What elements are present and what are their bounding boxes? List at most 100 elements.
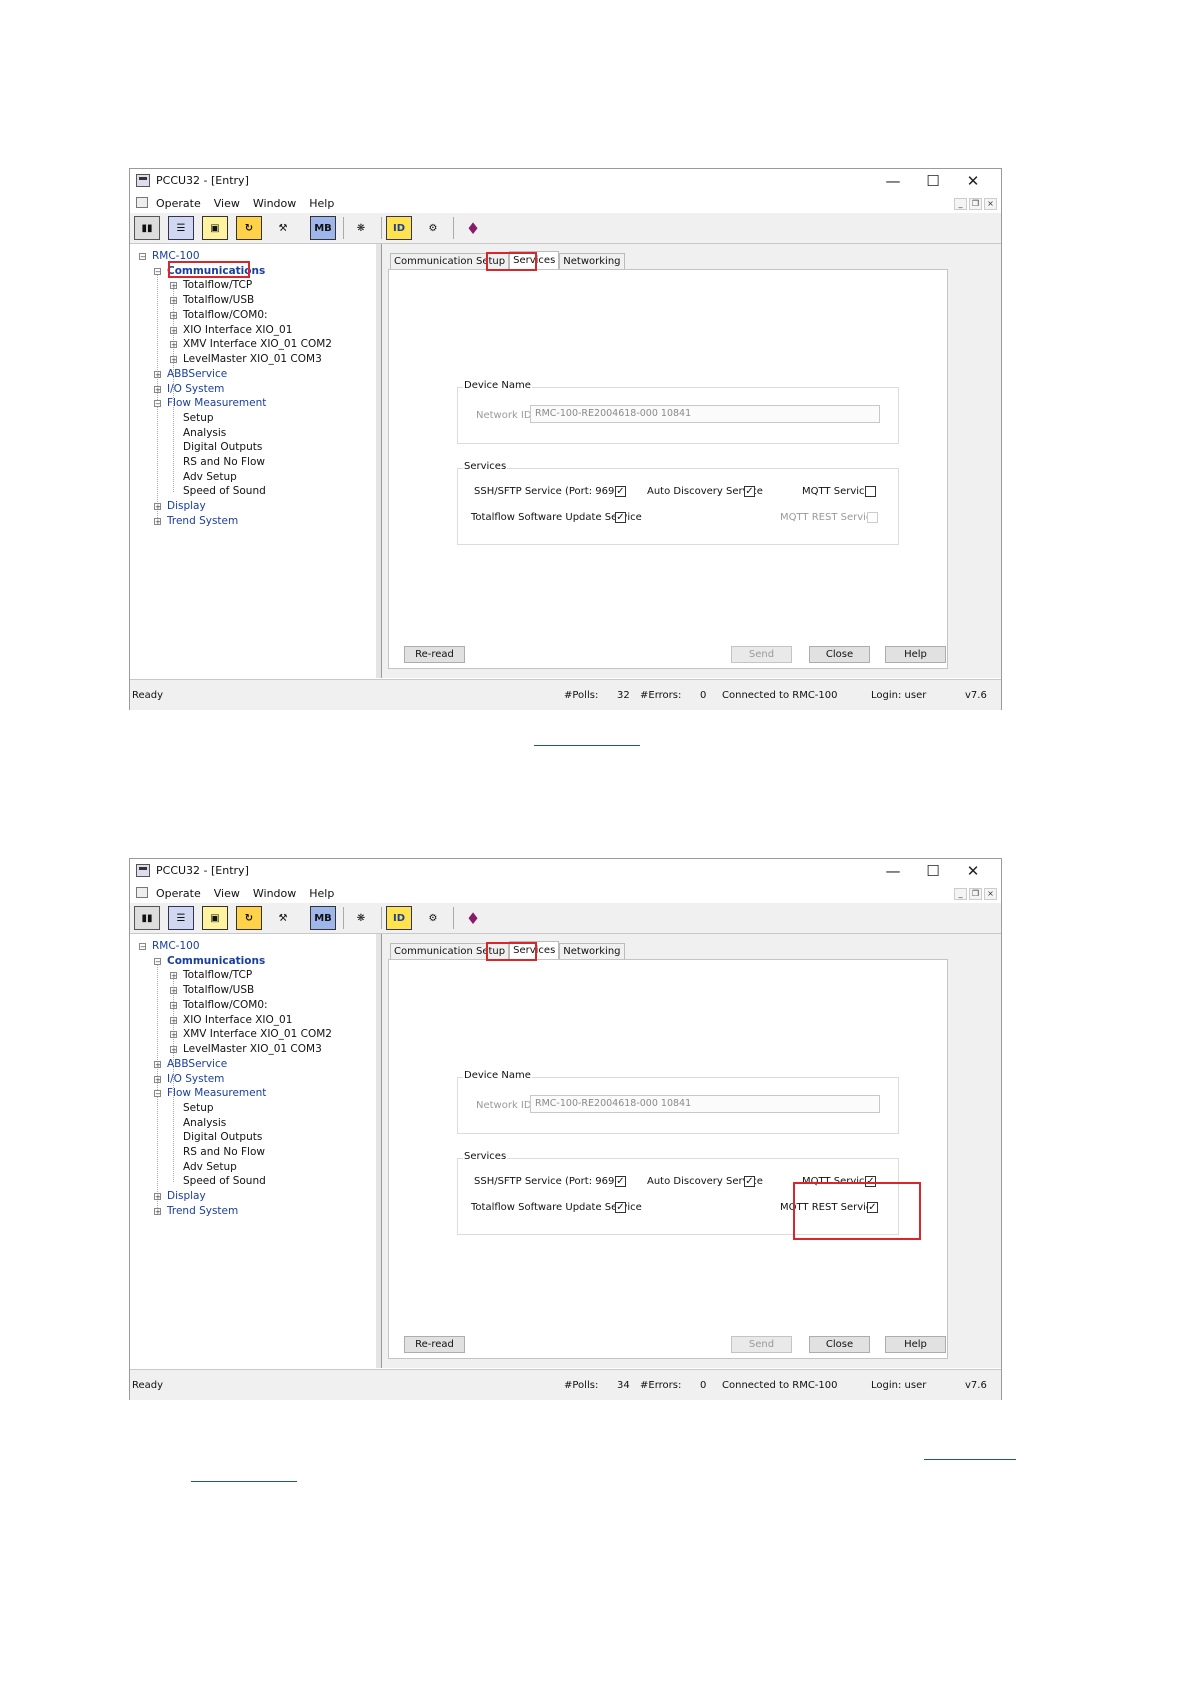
tree-item-levelmaster-xio-01-com3[interactable]: LevelMaster XIO_01 COM3 [183,352,322,366]
tree-item-analysis[interactable]: Analysis [183,426,226,440]
tree-item-digital-outputs[interactable]: Digital Outputs [183,440,262,454]
tree-item-speed-of-sound[interactable]: Speed of Sound [183,1174,266,1188]
tree-item-totalflow-com0[interactable]: Totalflow/COM0: [183,308,268,322]
mdi-minimize-icon[interactable]: _ [954,888,967,900]
menu-operate[interactable]: Operate [156,887,201,900]
id-icon[interactable]: ID [386,216,412,240]
meter-icon[interactable]: ▮▮ [134,906,160,930]
document-link[interactable] [534,745,640,746]
minimize-icon[interactable]: — [873,169,913,193]
collapse-icon[interactable]: − [154,400,161,408]
collapse-icon[interactable]: − [139,253,146,261]
expand-icon[interactable]: + [170,341,177,349]
document-link[interactable] [191,1481,297,1482]
setup-icon[interactable]: ⚙ [420,906,446,930]
tree-item-i-o-system[interactable]: I/O System [167,382,224,396]
tree-item-adv-setup[interactable]: Adv Setup [183,470,237,484]
close-icon[interactable]: ✕ [953,859,993,883]
tree-item-xmv-interface-xio-01-com2[interactable]: XMV Interface XIO_01 COM2 [183,337,332,351]
expand-icon[interactable]: + [170,972,177,980]
collapse-icon[interactable]: − [139,943,146,951]
tree-item-xio-interface-xio-01[interactable]: XIO Interface XIO_01 [183,1013,292,1027]
mqtt-rest-checkbox[interactable] [867,512,878,523]
send-button[interactable]: Send [731,1336,792,1353]
collapse-icon[interactable]: − [154,1090,161,1098]
tree-item-analysis[interactable]: Analysis [183,1116,226,1130]
tree-item-xmv-interface-xio-01-com2[interactable]: XMV Interface XIO_01 COM2 [183,1027,332,1041]
modbus-icon[interactable]: MB [310,906,336,930]
tree-item-totalflow-tcp[interactable]: Totalflow/TCP [183,278,252,292]
network-id-field[interactable]: RMC-100-RE2004618-000 10841 [530,405,880,423]
tab-networking[interactable]: Networking [559,943,625,960]
reread-button[interactable]: Re-read [404,646,465,663]
maximize-icon[interactable]: ☐ [913,859,953,883]
tree-item-setup[interactable]: Setup [183,1101,214,1115]
expand-icon[interactable]: + [170,1002,177,1010]
menu-operate[interactable]: Operate [156,197,201,210]
tree-item-levelmaster-xio-01-com3[interactable]: LevelMaster XIO_01 COM3 [183,1042,322,1056]
tree-item-display[interactable]: Display [167,499,206,513]
refresh-icon[interactable]: ↻ [236,216,262,240]
mqtt-service-checkbox[interactable] [865,486,876,497]
expand-icon[interactable]: + [170,312,177,320]
software-update-checkbox[interactable]: ✓ [615,512,626,523]
network-icon[interactable]: ❋ [348,906,374,930]
tree-item-i-o-system[interactable]: I/O System [167,1072,224,1086]
mdi-minimize-icon[interactable]: _ [954,198,967,210]
tree-item-xio-interface-xio-01[interactable]: XIO Interface XIO_01 [183,323,292,337]
network-icon[interactable]: ❋ [348,216,374,240]
tree-item-trend-system[interactable]: Trend System [167,1204,238,1218]
expand-icon[interactable]: + [170,297,177,305]
expand-icon[interactable]: + [170,987,177,995]
ssh-service-checkbox[interactable]: ✓ [615,1176,626,1187]
help-book-icon[interactable]: ♦ [460,906,486,930]
software-update-checkbox[interactable]: ✓ [615,1202,626,1213]
refresh-icon[interactable]: ↻ [236,906,262,930]
close-button[interactable]: Close [809,1336,870,1353]
menu-help[interactable]: Help [309,887,334,900]
mdi-restore-icon[interactable]: ❐ [969,198,982,210]
send-button[interactable]: Send [731,646,792,663]
menu-window[interactable]: Window [253,887,296,900]
help-button[interactable]: Help [885,646,946,663]
tree-item-abbservice[interactable]: ABBService [167,1057,227,1071]
auto-discovery-checkbox[interactable]: ✓ [744,486,755,497]
expand-icon[interactable]: + [170,1046,177,1054]
expand-icon[interactable]: + [154,1076,161,1084]
auto-discovery-checkbox[interactable]: ✓ [744,1176,755,1187]
maximize-icon[interactable]: ☐ [913,169,953,193]
tree-item-flow-measurement[interactable]: Flow Measurement [167,1086,266,1100]
expand-icon[interactable]: + [154,1061,161,1069]
tree-item-speed-of-sound[interactable]: Speed of Sound [183,484,266,498]
expand-icon[interactable]: + [170,1017,177,1025]
tree-item-totalflow-com0[interactable]: Totalflow/COM0: [183,998,268,1012]
network-id-field[interactable]: RMC-100-RE2004618-000 10841 [530,1095,880,1113]
collect-icon[interactable]: ▣ [202,906,228,930]
menu-help[interactable]: Help [309,197,334,210]
document-link[interactable] [924,1459,1016,1460]
expand-icon[interactable]: + [170,356,177,364]
expand-icon[interactable]: + [154,503,161,511]
help-book-icon[interactable]: ♦ [460,216,486,240]
entry-icon[interactable]: ☰ [168,906,194,930]
collect-icon[interactable]: ▣ [202,216,228,240]
expand-icon[interactable]: + [154,386,161,394]
expand-icon[interactable]: + [154,518,161,526]
tree-item-totalflow-usb[interactable]: Totalflow/USB [183,983,254,997]
tab-networking[interactable]: Networking [559,253,625,270]
expand-icon[interactable]: + [170,1031,177,1039]
mdi-restore-icon[interactable]: ❐ [969,888,982,900]
tree-item-totalflow-tcp[interactable]: Totalflow/TCP [183,968,252,982]
setup-icon[interactable]: ⚙ [420,216,446,240]
tree-item-digital-outputs[interactable]: Digital Outputs [183,1130,262,1144]
tree-item-display[interactable]: Display [167,1189,206,1203]
tree-item-totalflow-usb[interactable]: Totalflow/USB [183,293,254,307]
help-button[interactable]: Help [885,1336,946,1353]
expand-icon[interactable]: + [170,282,177,290]
meter-icon[interactable]: ▮▮ [134,216,160,240]
expand-icon[interactable]: + [154,1193,161,1201]
collapse-icon[interactable]: − [154,958,161,966]
minimize-icon[interactable]: — [873,859,913,883]
menu-view[interactable]: View [214,197,240,210]
modbus-icon[interactable]: MB [310,216,336,240]
